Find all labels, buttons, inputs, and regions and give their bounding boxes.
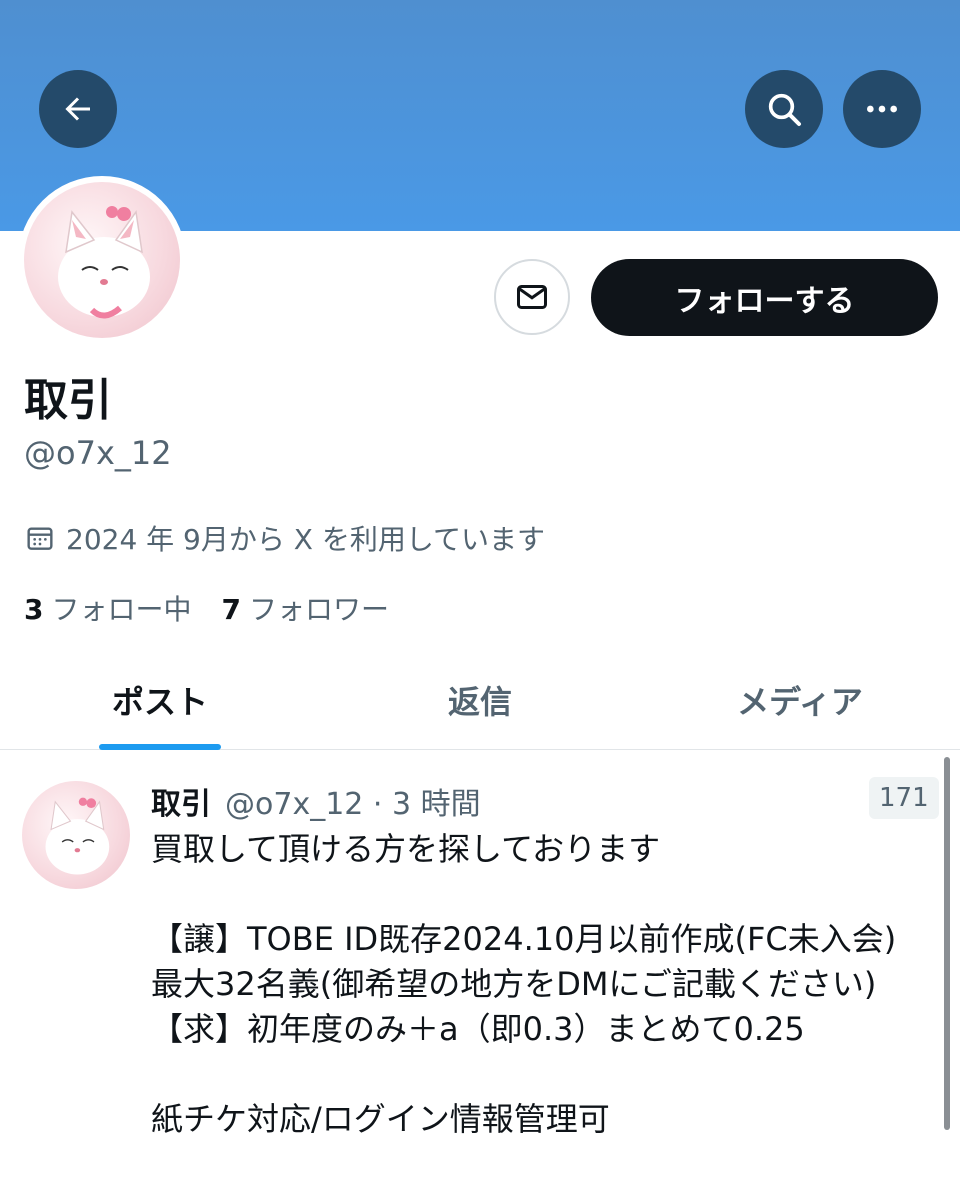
back-button[interactable] bbox=[39, 70, 117, 148]
profile-tabs: ポスト 返信 メディア bbox=[0, 650, 960, 750]
post-author-name[interactable]: 取引 bbox=[151, 779, 211, 823]
followers-count: 7 bbox=[221, 593, 241, 626]
calendar-icon bbox=[27, 527, 53, 550]
user-handle: @o7x_12 bbox=[24, 434, 172, 472]
post-line: 【譲】TOBE ID既存2024.10月以前作成(FC未入会) bbox=[151, 920, 897, 958]
view-count-badge: 171 bbox=[869, 777, 939, 819]
following-count: 3 bbox=[24, 593, 44, 626]
arrow-left-icon bbox=[65, 97, 90, 121]
post-avatar[interactable] bbox=[22, 781, 130, 889]
message-button[interactable] bbox=[494, 259, 570, 335]
cat-avatar-icon bbox=[45, 797, 110, 875]
post-line: 【求】初年度のみ＋a（即0.3）まとめて0.25 bbox=[151, 1010, 805, 1048]
following-label: フォロー中 bbox=[51, 593, 192, 626]
follow-stats: 3 フォロー中 7 フォロワー bbox=[24, 588, 419, 628]
followers-stat[interactable]: 7 フォロワー bbox=[222, 588, 390, 628]
cat-avatar-icon bbox=[58, 206, 150, 319]
followers-label: フォロワー bbox=[248, 593, 389, 626]
post-text: 買取して頂ける方を探しております 【譲】TOBE ID既存2024.10月以前作… bbox=[151, 827, 941, 1142]
tab-media[interactable]: メディア bbox=[640, 650, 960, 749]
scrollbar[interactable] bbox=[944, 757, 950, 1130]
display-name: 取引 bbox=[24, 375, 112, 426]
joined-text: 2024 年 9月から X を利用しています bbox=[66, 523, 546, 556]
post-meta: @o7x_12 · 3 時間 bbox=[225, 787, 481, 822]
following-stat[interactable]: 3 フォロー中 bbox=[24, 588, 192, 628]
search-button[interactable] bbox=[745, 70, 823, 148]
post-item[interactable]: 取引 @o7x_12 · 3 時間 171 買取して頂ける方を探しております 【… bbox=[0, 751, 960, 1200]
post-header: 取引 @o7x_12 · 3 時間 bbox=[151, 779, 481, 823]
post-line bbox=[151, 872, 941, 917]
follow-button[interactable]: フォローする bbox=[591, 259, 938, 336]
mail-icon bbox=[517, 285, 547, 309]
tab-replies[interactable]: 返信 bbox=[320, 650, 640, 749]
post-line bbox=[151, 1052, 941, 1097]
post-line: 最大32名義(御希望の地方をDMにご記載ください) bbox=[151, 965, 877, 1003]
post-line: 買取して頂ける方を探しております bbox=[151, 830, 661, 868]
search-icon bbox=[768, 93, 801, 126]
more-options-button[interactable] bbox=[843, 70, 921, 148]
more-horizontal-icon bbox=[867, 105, 897, 113]
post-line: 紙チケ対応/ログイン情報管理可 bbox=[151, 1100, 610, 1138]
tab-posts[interactable]: ポスト bbox=[0, 650, 320, 749]
profile-avatar[interactable] bbox=[18, 176, 186, 344]
joined-date: 2024 年 9月から X を利用しています bbox=[24, 518, 545, 558]
